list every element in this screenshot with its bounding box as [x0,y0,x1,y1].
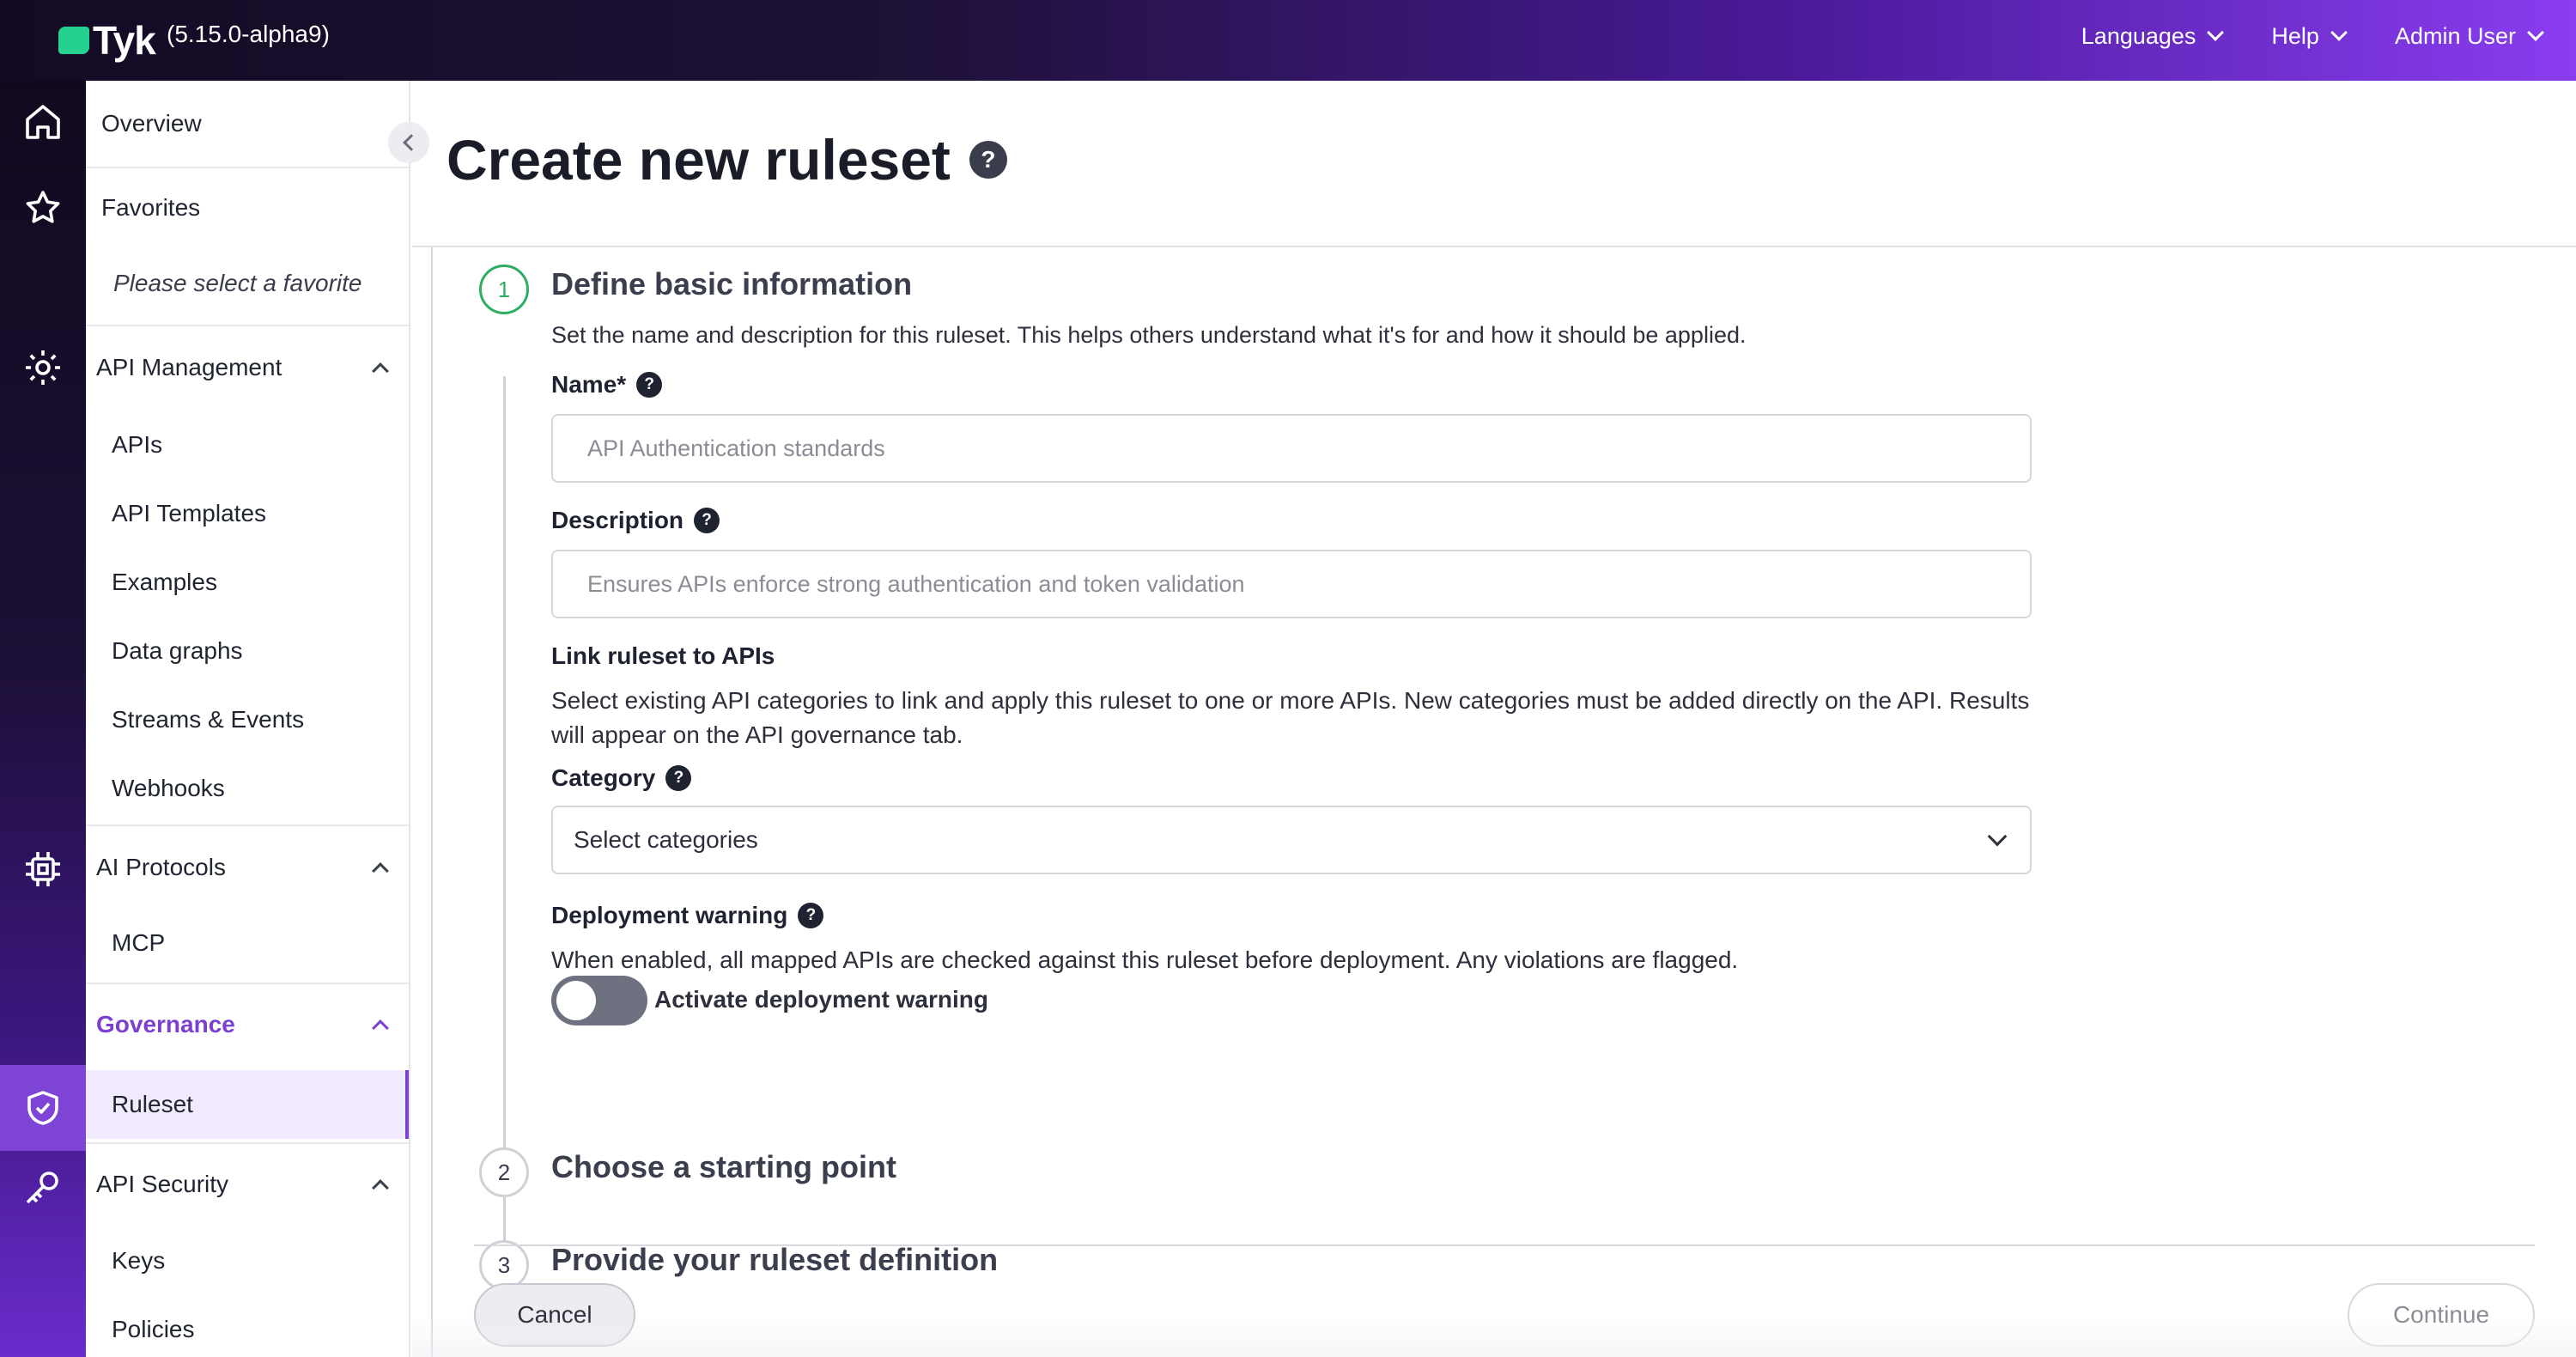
sidebar-item-label: Favorites [101,194,201,221]
chevron-up-icon [372,1179,389,1196]
languages-label: Languages [2081,22,2196,49]
chevron-left-icon [403,134,420,151]
sidebar-item-ruleset[interactable]: Ruleset [86,1070,409,1139]
sidebar-section-api-management[interactable]: API Management [86,326,409,409]
version-label: (5.15.0-alpha9) [167,21,330,47]
favorites-placeholder: Please select a favorite [113,270,362,296]
divider [431,247,433,1357]
link-ruleset-heading: Link ruleset to APIs [551,642,775,669]
logo-mark-icon [58,27,89,54]
chevron-down-icon [1987,826,2008,847]
sidebar: Overview Favorites Please select a favor… [86,81,410,1357]
help-icon[interactable]: ? [694,508,720,533]
sidebar-item-data-graphs[interactable]: Data graphs [86,617,409,685]
sidebar-item-overview[interactable]: Overview [86,81,409,167]
deployment-warning-label: Deployment warning ? [551,902,824,929]
sidebar-section-label: Governance [96,1011,235,1038]
sidebar-section-governance[interactable]: Governance [86,984,409,1065]
step-2-title: Choose a starting point [551,1149,897,1184]
collapse-sidebar-button[interactable] [388,122,429,163]
sidebar-section-label: API Management [96,354,283,380]
chevron-up-icon [372,1019,389,1037]
chevron-down-icon [2330,24,2348,41]
api-gear-icon[interactable] [19,344,67,392]
category-placeholder: Select categories [574,826,758,853]
description-label: Description ? [551,507,720,534]
sidebar-item-policies[interactable]: Policies [86,1295,409,1357]
help-icon[interactable]: ? [636,372,663,398]
home-icon[interactable] [19,98,67,146]
category-select[interactable]: Select categories [551,806,2032,874]
help-icon[interactable]: ? [969,141,1007,179]
tyk-logo[interactable]: Tyk [58,17,156,64]
link-ruleset-text: Select existing API categories to link a… [551,687,2030,748]
help-icon[interactable]: ? [665,765,692,791]
sidebar-item-favorites[interactable]: Favorites [86,170,409,246]
key-icon[interactable] [19,1163,67,1211]
name-input[interactable] [551,414,2032,483]
divider [86,167,409,168]
chevron-up-icon [372,362,389,380]
star-icon[interactable] [19,184,67,232]
name-label: Name* ? [551,371,663,399]
cancel-button[interactable]: Cancel [474,1283,635,1347]
divider [474,1244,2535,1246]
logo-text: Tyk [93,18,156,63]
toggle-knob [556,981,596,1020]
sidebar-section-ai-protocols[interactable]: AI Protocols [86,826,409,909]
step-3-title: Provide your ruleset definition [551,1242,999,1277]
sidebar-item-api-templates[interactable]: API Templates [86,479,409,548]
divider [412,246,2576,247]
sidebar-section-api-security[interactable]: API Security [86,1144,409,1225]
step-1-title: Define basic information [551,266,913,301]
deployment-warning-toggle[interactable] [551,976,647,1025]
chevron-down-icon [2527,24,2544,41]
description-input[interactable] [551,550,2032,618]
sidebar-section-label: AI Protocols [96,854,226,880]
sidebar-item-apis[interactable]: APIs [86,411,409,479]
sidebar-item-streams-events[interactable]: Streams & Events [86,685,409,754]
category-label: Category ? [551,764,692,792]
sidebar-item-keys[interactable]: Keys [86,1226,409,1295]
icon-rail [0,81,86,1357]
help-menu[interactable]: Help [2271,22,2348,50]
chevron-up-icon [372,862,389,879]
deployment-warning-text: When enabled, all mapped APIs are checke… [551,946,1739,973]
help-label: Help [2271,22,2319,49]
user-label: Admin User [2394,22,2516,49]
chip-icon[interactable] [19,845,67,893]
sidebar-item-examples[interactable]: Examples [86,548,409,617]
sidebar-item-webhooks[interactable]: Webhooks [86,754,409,823]
deployment-warning-toggle-label[interactable]: Activate deployment warning [654,986,988,1013]
help-icon[interactable]: ? [798,903,824,928]
step-2-indicator: 2 [479,1147,529,1197]
sidebar-section-label: API Security [96,1171,229,1197]
sidebar-item-mcp[interactable]: MCP [86,907,409,979]
bottom-fade [412,1317,2576,1357]
page-title: Create new ruleset ? [447,127,1007,192]
chevron-down-icon [2207,24,2225,41]
shield-check-icon[interactable] [19,1084,67,1132]
main-content: Create new ruleset ? 1 Define basic info… [412,81,2576,1357]
top-bar: Tyk (5.15.0-alpha9) Languages Help Admin… [0,0,2576,81]
user-menu[interactable]: Admin User [2394,22,2544,50]
sidebar-item-label: Overview [101,110,202,137]
step-1-indicator: 1 [479,265,529,314]
languages-menu[interactable]: Languages [2081,22,2225,50]
continue-button[interactable]: Continue [2348,1283,2535,1347]
top-nav: Languages Help Admin User [2081,0,2544,72]
step-1-intro: Set the name and description for this ru… [551,322,1747,348]
